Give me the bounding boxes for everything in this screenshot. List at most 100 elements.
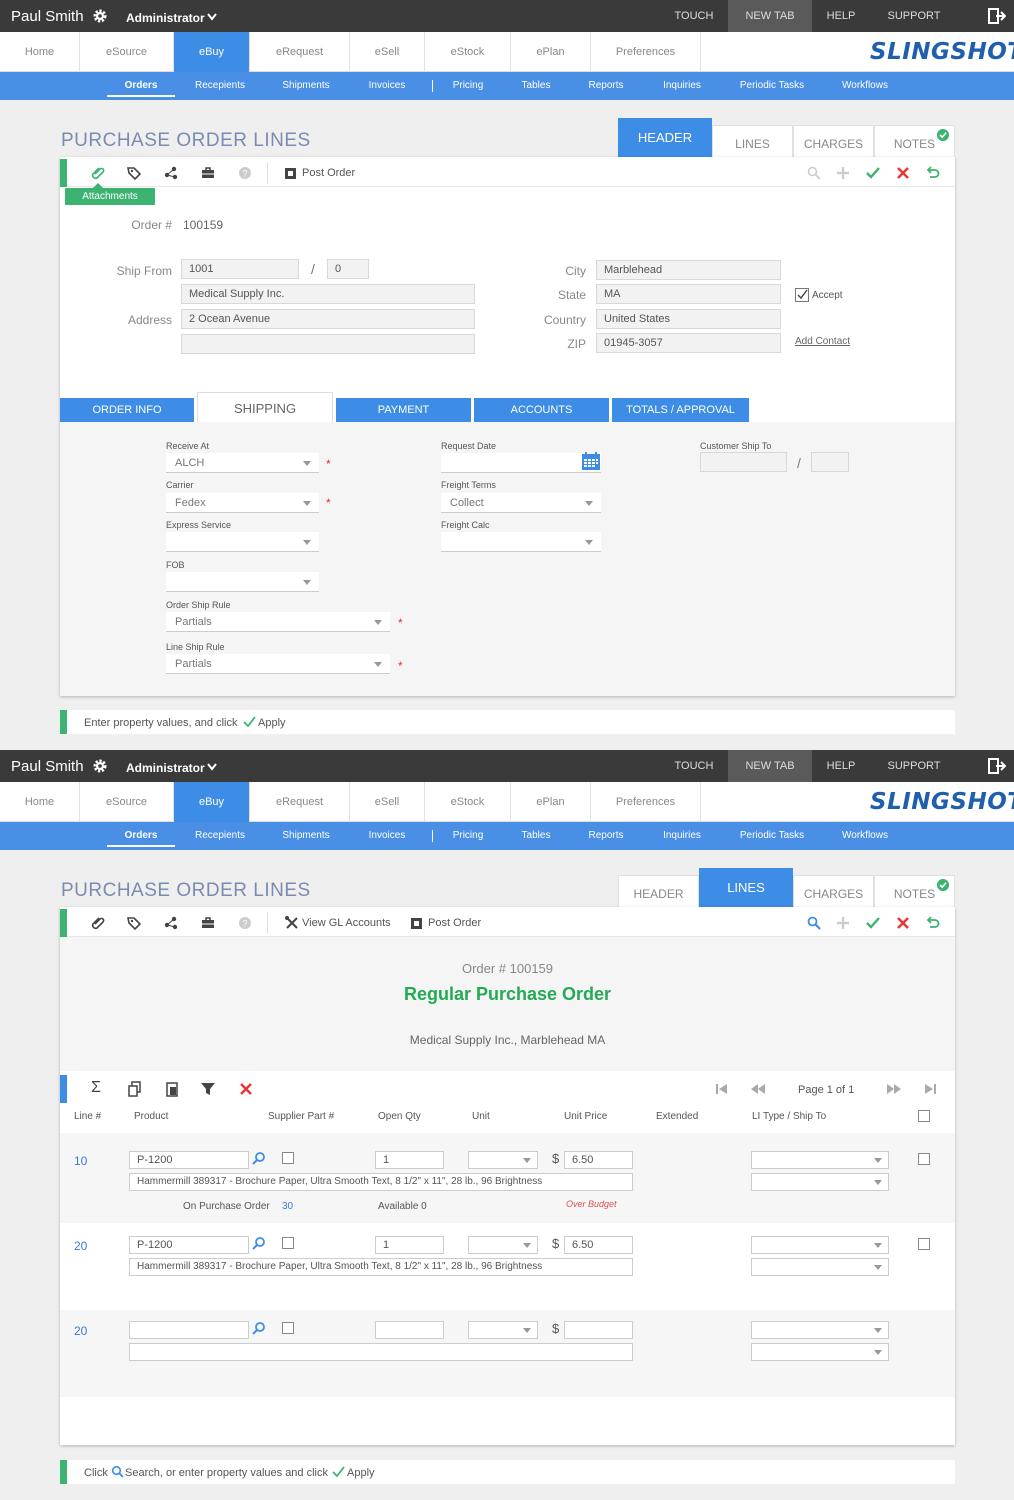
search-icon[interactable] xyxy=(806,165,822,181)
supplier-part-checkbox[interactable] xyxy=(282,1237,294,1249)
briefcase-icon[interactable] xyxy=(200,915,216,931)
subnav-periodic-tasks[interactable]: Periodic Tasks xyxy=(730,822,814,850)
product-input[interactable]: P-1200 xyxy=(129,1151,249,1169)
unit-price-input[interactable]: 6.50 xyxy=(564,1151,633,1169)
on-purchase-order-value[interactable]: 30 xyxy=(282,1201,293,1212)
support-link[interactable]: SUPPORT xyxy=(870,750,958,782)
subnav-invoices[interactable]: Invoices xyxy=(353,822,421,850)
subnav-pricing[interactable]: Pricing xyxy=(434,822,502,850)
undo-icon[interactable] xyxy=(924,165,940,181)
section-tab-accounts[interactable]: ACCOUNTS xyxy=(474,398,609,422)
unit-select[interactable] xyxy=(468,1236,538,1254)
tag-icon[interactable] xyxy=(126,915,142,931)
undo-icon[interactable] xyxy=(924,915,940,931)
express-service-select[interactable] xyxy=(166,532,319,552)
add-icon[interactable] xyxy=(835,165,851,181)
nav-eplan[interactable]: ePlan xyxy=(511,32,591,72)
subnav-inquiries[interactable]: Inquiries xyxy=(648,822,716,850)
tab-lines[interactable]: LINES xyxy=(699,868,793,907)
line-number[interactable]: 20 xyxy=(74,1239,87,1253)
cancel-icon[interactable] xyxy=(895,165,911,181)
carrier-select[interactable]: Fedex xyxy=(166,493,319,513)
chevron-down-icon[interactable] xyxy=(207,13,217,21)
subnav-pricing[interactable]: Pricing xyxy=(434,72,502,100)
section-tab-shipping[interactable]: SHIPPING xyxy=(197,392,333,424)
help-link[interactable]: HELP xyxy=(812,0,870,32)
li-type-select[interactable] xyxy=(751,1151,889,1169)
new-tab-link[interactable]: NEW TAB xyxy=(728,0,812,32)
freight-calc-select[interactable] xyxy=(441,532,601,552)
nav-esell[interactable]: eSell xyxy=(350,782,425,822)
subnav-workflows[interactable]: Workflows xyxy=(830,72,900,100)
calendar-icon[interactable] xyxy=(581,451,601,471)
add-icon[interactable] xyxy=(835,915,851,931)
nav-home[interactable]: Home xyxy=(0,782,80,822)
product-search-icon[interactable] xyxy=(252,1321,266,1335)
post-order-icon[interactable] xyxy=(410,917,423,930)
section-tab-payment[interactable]: PAYMENT xyxy=(336,398,471,422)
line-number[interactable]: 10 xyxy=(74,1154,87,1168)
share-nodes-icon[interactable] xyxy=(163,915,179,931)
touch-link[interactable]: TOUCH xyxy=(660,0,728,32)
subnav-recepients[interactable]: Recepients xyxy=(186,72,254,100)
role-selector[interactable]: Administrator xyxy=(126,11,205,25)
accept-checkbox[interactable] xyxy=(795,288,809,302)
ship-from-code-input[interactable]: 1001 xyxy=(181,259,299,279)
request-date-input[interactable] xyxy=(441,453,601,473)
support-link[interactable]: SUPPORT xyxy=(870,0,958,32)
share-nodes-icon[interactable] xyxy=(163,165,179,181)
ship-from-suffix-input[interactable]: 0 xyxy=(327,259,369,279)
supplier-name-input[interactable]: Medical Supply Inc. xyxy=(181,284,475,304)
supplier-part-checkbox[interactable] xyxy=(282,1152,294,1164)
fob-select[interactable] xyxy=(166,572,319,592)
unit-select[interactable] xyxy=(468,1321,538,1339)
subnav-recepients[interactable]: Recepients xyxy=(186,822,254,850)
next-page-icon[interactable] xyxy=(886,1081,902,1097)
last-page-icon[interactable] xyxy=(922,1081,938,1097)
chevron-down-icon[interactable] xyxy=(207,763,217,771)
previous-page-icon[interactable] xyxy=(750,1081,766,1097)
logout-icon[interactable] xyxy=(988,8,1006,24)
subnav-reports[interactable]: Reports xyxy=(572,822,640,850)
receive-at-select[interactable]: ALCH xyxy=(166,453,319,473)
open-qty-input[interactable]: 1 xyxy=(375,1236,444,1254)
row-select-checkbox[interactable] xyxy=(918,1153,930,1165)
post-order-button[interactable]: Post Order xyxy=(302,167,355,179)
sum-icon[interactable]: Σ xyxy=(91,1079,101,1097)
subnav-invoices[interactable]: Invoices xyxy=(353,72,421,100)
select-all-checkbox[interactable] xyxy=(918,1110,930,1122)
subnav-workflows[interactable]: Workflows xyxy=(830,822,900,850)
nav-esell[interactable]: eSell xyxy=(350,32,425,72)
li-type-select[interactable] xyxy=(751,1321,889,1339)
search-icon[interactable] xyxy=(806,915,822,931)
subnav-tables[interactable]: Tables xyxy=(502,822,570,850)
new-tab-link[interactable]: NEW TAB xyxy=(728,750,812,782)
ship-to-select[interactable] xyxy=(751,1343,889,1361)
subnav-tables[interactable]: Tables xyxy=(502,72,570,100)
state-input[interactable]: MA xyxy=(596,284,781,304)
section-tab-totals-approval[interactable]: TOTALS / APPROVAL xyxy=(612,398,749,422)
nav-erequest[interactable]: eRequest xyxy=(250,782,350,822)
subnav-shipments[interactable]: Shipments xyxy=(272,72,340,100)
ship-to-select[interactable] xyxy=(751,1258,889,1276)
nav-ebuy[interactable]: eBuy xyxy=(174,32,250,72)
delete-icon[interactable] xyxy=(238,1081,254,1097)
help-icon[interactable]: ? xyxy=(237,915,253,931)
open-qty-input[interactable]: 1 xyxy=(375,1151,444,1169)
post-order-icon[interactable] xyxy=(284,167,297,180)
briefcase-icon[interactable] xyxy=(200,165,216,181)
gear-icon[interactable] xyxy=(92,758,108,774)
customer-ship-to-input[interactable] xyxy=(700,452,787,472)
nav-eplan[interactable]: ePlan xyxy=(511,782,591,822)
paperclip-icon[interactable] xyxy=(90,915,106,931)
zip-input[interactable]: 01945-3057 xyxy=(596,333,781,353)
country-input[interactable]: United States xyxy=(596,309,781,329)
product-input[interactable]: P-1200 xyxy=(129,1236,249,1254)
product-search-icon[interactable] xyxy=(252,1151,266,1165)
nav-estock[interactable]: eStock xyxy=(425,782,511,822)
city-input[interactable]: Marblehead xyxy=(596,260,781,280)
unit-price-input[interactable]: 6.50 xyxy=(564,1236,633,1254)
nav-home[interactable]: Home xyxy=(0,32,80,72)
nav-preferences[interactable]: Preferences xyxy=(591,782,701,822)
filter-icon[interactable] xyxy=(200,1081,216,1097)
